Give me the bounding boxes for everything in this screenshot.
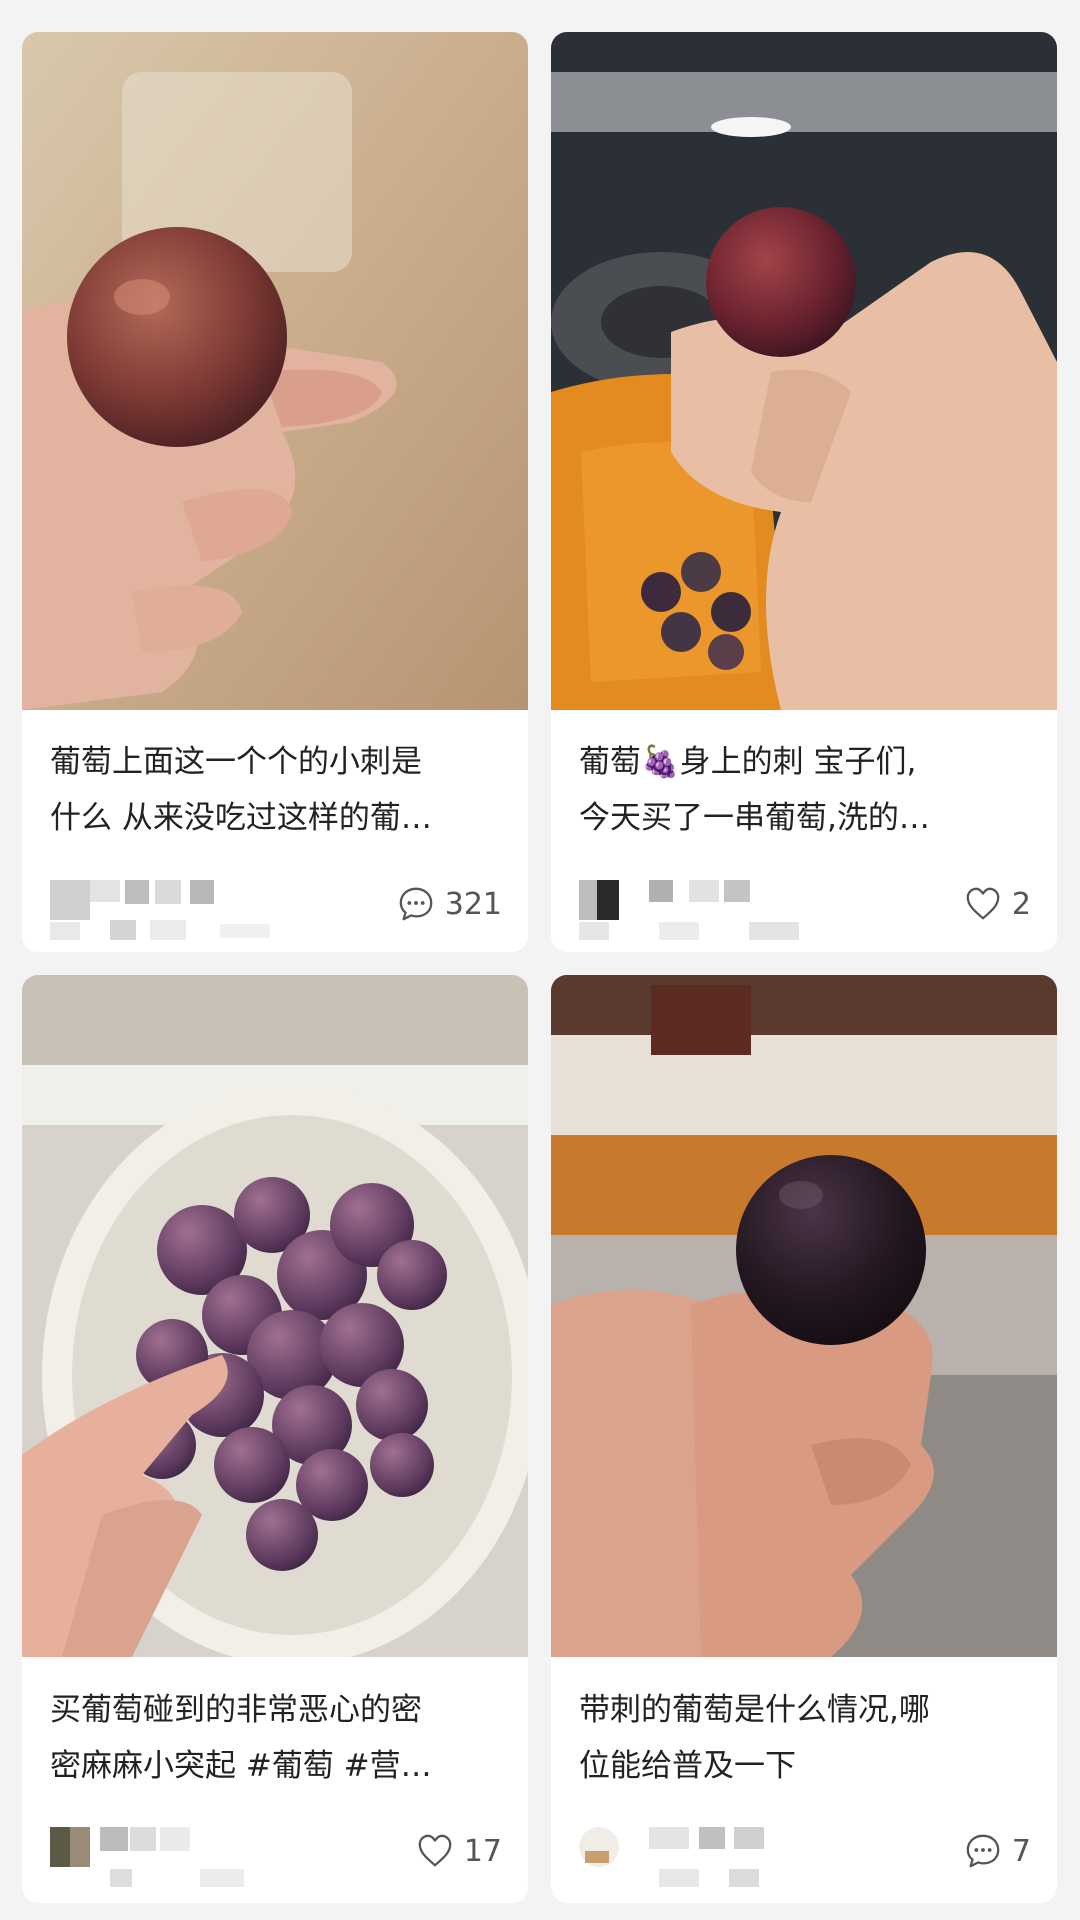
comment-count[interactable]: 321 (397, 884, 502, 924)
post-footer-3: 17 (50, 1827, 502, 1887)
post-title-line: 买葡萄碰到的非常恶心的密 (50, 1692, 422, 1728)
stat-value: 7 (1011, 1833, 1031, 1869)
post-title-2[interactable]: 葡萄🍇身上的刺 宝子们, 今天买了一串葡萄,洗的… (579, 734, 1031, 846)
post-title-line: 带刺的葡萄是什么情况,哪 (579, 1692, 930, 1728)
stat-value: 2 (1011, 886, 1031, 922)
post-footer-1: 321 (50, 880, 502, 940)
stat-value: 321 (444, 886, 502, 922)
post-title-line: 密麻麻小突起 #葡萄 #营… (50, 1748, 432, 1784)
post-footer-2: 2 (579, 880, 1031, 940)
post-title-line: 葡萄上面这一个个的小刺是 (50, 744, 422, 780)
post-image-1[interactable] (22, 32, 528, 710)
post-title-1[interactable]: 葡萄上面这一个个的小刺是 什么 从来没吃过这样的葡… (50, 734, 502, 846)
post-title-line: 位能给普及一下 (579, 1748, 796, 1784)
post-card-4[interactable]: 带刺的葡萄是什么情况,哪 位能给普及一下 7 (551, 975, 1057, 1903)
post-title-line: 今天买了一串葡萄,洗的… (579, 800, 930, 836)
comment-icon (399, 887, 433, 921)
post-title-4[interactable]: 带刺的葡萄是什么情况,哪 位能给普及一下 (579, 1682, 1031, 1794)
post-image-3[interactable] (22, 975, 528, 1657)
blurred-author[interactable] (50, 880, 300, 940)
stat-value: 17 (463, 1833, 502, 1869)
post-title-3[interactable]: 买葡萄碰到的非常恶心的密 密麻麻小突起 #葡萄 #营… (50, 1682, 502, 1794)
blurred-author[interactable] (579, 880, 829, 940)
comment-count[interactable]: 7 (964, 1831, 1031, 1871)
heart-icon (418, 1834, 452, 1867)
post-title-line: 什么 从来没吃过这样的葡… (50, 800, 432, 836)
post-card-2[interactable]: 葡萄🍇身上的刺 宝子们, 今天买了一串葡萄,洗的… 2 (551, 32, 1057, 952)
comment-icon (966, 1834, 1000, 1868)
like-count[interactable]: 17 (416, 1831, 502, 1871)
post-card-3[interactable]: 买葡萄碰到的非常恶心的密 密麻麻小突起 #葡萄 #营… 17 (22, 975, 528, 1903)
title-text: 身上的刺 宝子们, (679, 744, 917, 780)
grape-emoji: 🍇 (641, 744, 680, 780)
blurred-author[interactable] (579, 1827, 829, 1887)
post-card-1[interactable]: 葡萄上面这一个个的小刺是 什么 从来没吃过这样的葡… 321 (22, 32, 528, 952)
title-text: 葡萄 (579, 744, 641, 780)
post-image-4[interactable] (551, 975, 1057, 1657)
post-image-2[interactable] (551, 32, 1057, 710)
like-count[interactable]: 2 (964, 884, 1031, 924)
heart-icon (966, 887, 1000, 920)
post-title-line: 葡萄🍇身上的刺 宝子们, (579, 734, 1031, 790)
blurred-author[interactable] (50, 1827, 300, 1887)
post-footer-4: 7 (579, 1827, 1031, 1887)
